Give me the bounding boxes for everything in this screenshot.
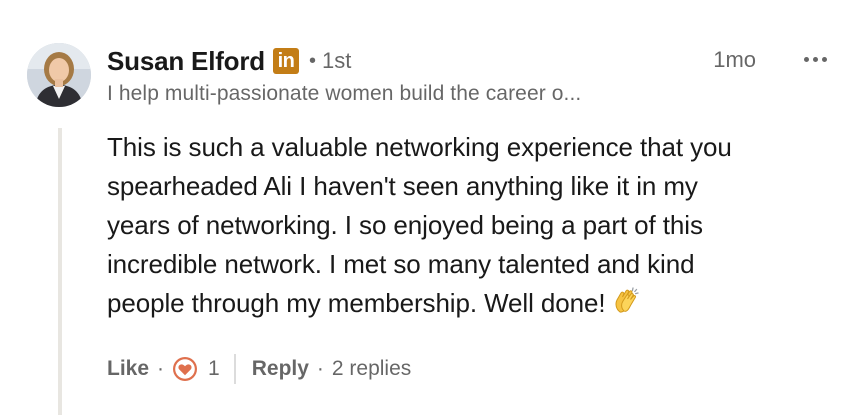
comment-line: incredible network. I met so many talent…	[107, 249, 695, 279]
thread-line	[58, 128, 62, 415]
author-headline: I help multi-passionate women build the …	[107, 82, 582, 105]
comment-line: spearheaded Ali I haven't seen anything …	[107, 171, 698, 201]
comment-line-last: people through my membership. Well done!	[107, 284, 827, 323]
more-options-button[interactable]	[797, 44, 833, 74]
comment-actions: Like · 1 Reply · 2 replies	[107, 353, 411, 385]
timestamp: 1mo	[713, 47, 756, 72]
replies-count-link[interactable]: 2 replies	[332, 357, 411, 381]
comment-body: This is such a valuable networking exper…	[107, 128, 827, 323]
ellipsis-icon-dot	[803, 56, 809, 62]
linkedin-badge-icon: in	[272, 48, 299, 74]
comment-line: This is such a valuable networking exper…	[107, 132, 732, 162]
comment-line: people through my membership. Well done!	[107, 288, 606, 318]
author-name[interactable]: Susan Elford	[107, 46, 265, 77]
clapping-hands-emoji	[615, 287, 640, 313]
name-row: Susan Elford in • 1st	[107, 44, 351, 78]
separator: ·	[157, 357, 165, 380]
connection-degree: 1st	[321, 48, 352, 73]
divider	[233, 354, 236, 384]
degree-separator: •	[308, 49, 316, 72]
profile-photo	[27, 43, 91, 107]
comment-line: years of networking. I so enjoyed being …	[107, 210, 703, 240]
reply-button[interactable]: Reply	[252, 357, 309, 381]
ellipsis-icon-dot	[821, 56, 827, 62]
comment-header: Susan Elford in • 1st I help multi-passi…	[107, 44, 838, 114]
reaction-count[interactable]: 1	[208, 357, 220, 381]
heart-reaction-icon[interactable]	[172, 356, 198, 382]
like-button[interactable]: Like	[107, 357, 149, 381]
ellipsis-icon-dot	[812, 56, 818, 62]
avatar[interactable]	[27, 43, 91, 107]
separator: ·	[316, 357, 324, 380]
